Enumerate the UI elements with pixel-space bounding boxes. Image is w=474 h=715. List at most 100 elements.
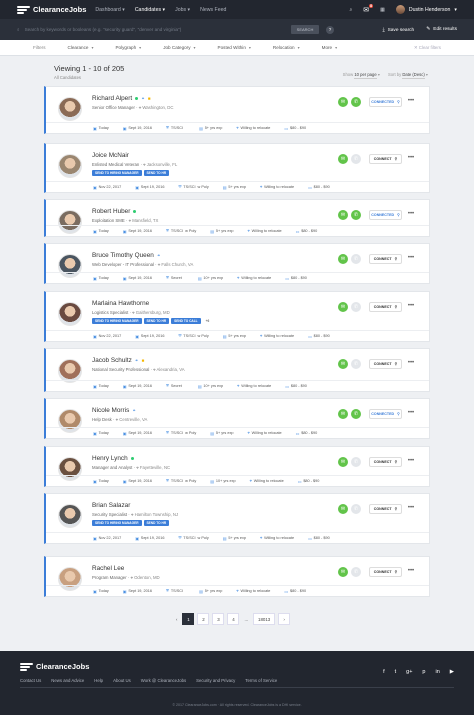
more-options-icon[interactable]: ••• bbox=[405, 302, 417, 312]
phone-icon[interactable]: ✆ bbox=[351, 359, 361, 369]
footer-link-work[interactable]: Work @ ClearanceJobs bbox=[141, 678, 186, 683]
connect-button[interactable]: CONNECT ⚲ bbox=[369, 504, 402, 514]
send-tag[interactable]: SEND TO HIRING MANAGER bbox=[92, 170, 142, 176]
menu-jobs[interactable]: Jobs ▾ bbox=[175, 7, 190, 13]
user-menu[interactable]: Dustin Henderson ▾ bbox=[395, 5, 457, 14]
connect-button[interactable]: CONNECTED ⚲ bbox=[369, 409, 402, 419]
clear-filters-link[interactable]: ✕ Clear filters bbox=[414, 45, 441, 51]
candidate-card[interactable]: Robert Huber Exploitation SME · ⌖ Mansfie… bbox=[44, 199, 430, 237]
prev-page-button[interactable]: ‹ bbox=[174, 613, 179, 625]
candidate-name[interactable]: Nicole Morris bbox=[92, 407, 129, 414]
send-tag[interactable]: SEND TO CALL bbox=[171, 318, 201, 324]
phone-icon[interactable]: ✆ bbox=[351, 457, 361, 467]
message-icon[interactable]: ✉ bbox=[338, 302, 348, 312]
page-size-select[interactable]: Show 10 per page ▾ bbox=[343, 72, 380, 79]
message-icon[interactable]: ✉ bbox=[338, 504, 348, 514]
filter-relocation[interactable]: Relocation ▾ bbox=[273, 45, 300, 50]
menu-news-feed[interactable]: News Feed bbox=[200, 7, 226, 13]
more-options-icon[interactable]: ••• bbox=[405, 409, 417, 419]
google-plus-icon[interactable]: g+ bbox=[406, 669, 412, 675]
candidate-card[interactable]: Joice McNair Enlisted Medical Veteran · ⌖… bbox=[44, 143, 430, 193]
more-options-icon[interactable]: ••• bbox=[405, 97, 417, 107]
connect-button[interactable]: CONNECTED ⚲ bbox=[369, 210, 402, 220]
candidate-name[interactable]: Jacob Schultz bbox=[92, 357, 132, 364]
phone-icon[interactable]: ✆ bbox=[351, 154, 361, 164]
phone-icon[interactable]: ✆ bbox=[351, 567, 361, 577]
candidate-photo[interactable] bbox=[58, 154, 82, 178]
facebook-icon[interactable]: f bbox=[383, 669, 385, 675]
connect-button[interactable]: CONNECT ⚲ bbox=[369, 567, 402, 577]
linkedin-icon[interactable]: in bbox=[435, 669, 439, 675]
footer-link-help[interactable]: Help bbox=[94, 678, 103, 683]
candidate-card[interactable]: Jacob Schultz ⚭ ■ National Security Profess… bbox=[44, 348, 430, 392]
search-icon[interactable]: ⌕ bbox=[349, 7, 352, 13]
more-options-icon[interactable]: ••• bbox=[405, 567, 417, 577]
message-icon[interactable]: ✉ bbox=[338, 210, 348, 220]
page-4[interactable]: 4 bbox=[227, 613, 240, 625]
page-last[interactable]: 18013 bbox=[253, 613, 276, 625]
filter-clearance[interactable]: Clearance ▾ bbox=[68, 45, 94, 50]
candidate-card[interactable]: Henry Lynch Manager and Analyst · ⌖ Fayet… bbox=[44, 446, 430, 487]
candidate-name[interactable]: Robert Huber bbox=[92, 208, 130, 215]
footer-link-about[interactable]: About Us bbox=[113, 678, 131, 683]
more-options-icon[interactable]: ••• bbox=[405, 154, 417, 164]
brand-logo[interactable]: ClearanceJobs bbox=[17, 5, 86, 14]
message-icon[interactable]: ✉ bbox=[338, 154, 348, 164]
save-search-button[interactable]: ⤓ Save search bbox=[382, 27, 414, 33]
candidate-card[interactable]: Brian Salazar Security Specialist · ⌖ Ham… bbox=[44, 493, 430, 544]
message-icon[interactable]: ✉ bbox=[338, 457, 348, 467]
candidate-photo[interactable] bbox=[58, 302, 82, 326]
connect-button[interactable]: CONNECT ⚲ bbox=[369, 254, 402, 264]
candidate-name[interactable]: Joice McNair bbox=[92, 152, 129, 159]
candidate-card[interactable]: Nicole Morris ⚭ Help Desk · ⌖ Centreville,… bbox=[44, 398, 430, 439]
connect-button[interactable]: CONNECT ⚲ bbox=[369, 154, 402, 164]
grid-icon[interactable]: ▦ bbox=[380, 7, 385, 13]
phone-icon[interactable]: ✆ bbox=[351, 302, 361, 312]
message-icon[interactable]: ✉ bbox=[338, 254, 348, 264]
page-1[interactable]: 1 bbox=[182, 613, 195, 625]
more-options-icon[interactable]: ••• bbox=[405, 254, 417, 264]
search-button[interactable]: SEARCH bbox=[291, 25, 319, 34]
pinterest-icon[interactable]: p bbox=[422, 669, 425, 675]
more-options-icon[interactable]: ••• bbox=[405, 457, 417, 467]
phone-icon[interactable]: ✆ bbox=[351, 210, 361, 220]
candidate-photo[interactable] bbox=[58, 504, 82, 528]
candidate-card[interactable]: Richard Alpert ⚭ ■ Senior Office Manager · … bbox=[44, 86, 430, 134]
phone-icon[interactable]: ✆ bbox=[351, 409, 361, 419]
filter-more[interactable]: More ▾ bbox=[322, 45, 337, 50]
more-options-icon[interactable]: ••• bbox=[405, 359, 417, 369]
candidate-name[interactable]: Brian Salazar bbox=[92, 502, 130, 509]
footer-link-privacy[interactable]: Security and Privacy bbox=[196, 678, 235, 683]
phone-icon[interactable]: ✆ bbox=[351, 97, 361, 107]
help-button[interactable]: ? bbox=[326, 25, 334, 34]
menu-dashboard[interactable]: Dashboard ▾ bbox=[95, 7, 124, 13]
send-tag[interactable]: SEND TO HIRING MANAGER bbox=[92, 520, 142, 526]
message-icon[interactable]: ✉ bbox=[338, 567, 348, 577]
send-tag[interactable]: SEND TO HR bbox=[143, 170, 170, 176]
filter-job-category[interactable]: Job Category ▾ bbox=[163, 45, 195, 50]
search-input[interactable]: ⌕ Search by keywords or booleans (e.g. "s… bbox=[17, 27, 287, 32]
candidate-name[interactable]: Henry Lynch bbox=[92, 455, 128, 462]
send-tag[interactable]: +6 bbox=[203, 318, 213, 324]
candidate-card[interactable]: Marlaina Hawthorne Logistics Specialist ·… bbox=[44, 291, 430, 342]
candidate-name[interactable]: Marlaina Hawthorne bbox=[92, 300, 149, 307]
message-icon[interactable]: ✉ bbox=[338, 97, 348, 107]
sort-select[interactable]: Sort by Date (Desc) ▾ bbox=[388, 72, 428, 79]
page-2[interactable]: 2 bbox=[197, 613, 210, 625]
filter-polygraph[interactable]: Polygraph ▾ bbox=[115, 45, 141, 50]
footer-link-contact[interactable]: Contact Us bbox=[20, 678, 41, 683]
candidate-name[interactable]: Rachel Lee bbox=[92, 565, 124, 572]
candidate-card[interactable]: Bruce Timothy Queen ⚭ Web Developer - IT P… bbox=[44, 243, 430, 284]
candidate-name[interactable]: Richard Alpert bbox=[92, 95, 132, 102]
connect-button[interactable]: CONNECT ⚲ bbox=[369, 457, 402, 467]
notification-icon[interactable]: ✉ 8 bbox=[363, 3, 374, 14]
connect-button[interactable]: CONNECT ⚲ bbox=[369, 359, 402, 369]
next-page-button[interactable]: › bbox=[278, 613, 291, 625]
edit-results-button[interactable]: ✎ Edit results bbox=[426, 27, 457, 32]
footer-logo[interactable]: ClearanceJobs bbox=[20, 662, 89, 671]
phone-icon[interactable]: ✆ bbox=[351, 254, 361, 264]
message-icon[interactable]: ✉ bbox=[338, 409, 348, 419]
connect-button[interactable]: CONNECTED ⚲ bbox=[369, 97, 402, 107]
more-options-icon[interactable]: ••• bbox=[405, 504, 417, 514]
send-tag[interactable]: SEND TO HR bbox=[143, 520, 170, 526]
